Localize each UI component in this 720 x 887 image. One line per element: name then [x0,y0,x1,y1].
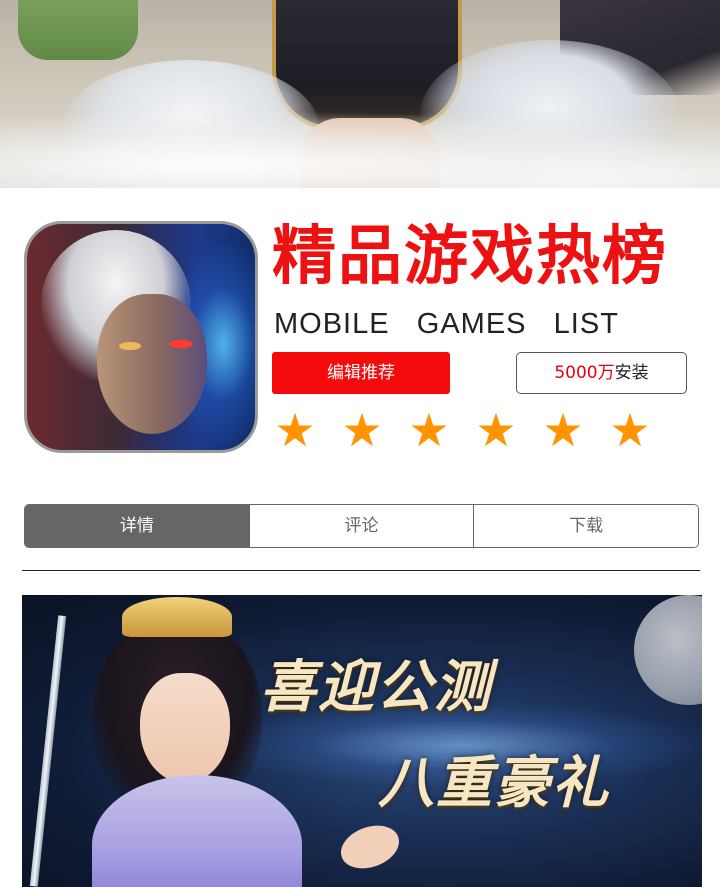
star-icon: ★ [475,403,517,457]
page-subtitle: MOBILE GAMES LIST [274,308,619,340]
tab-bar: 详情 评论 下载 [24,504,699,548]
page-title: 精品游戏热榜 [272,220,668,294]
star-icon: ★ [274,403,316,457]
tab-download[interactable]: 下载 [473,505,698,547]
promo-sword [29,615,67,887]
icon-face [97,294,207,434]
star-icon: ★ [341,403,383,457]
star-icon: ★ [542,403,584,457]
promo-character-face [140,673,230,783]
game-app-icon[interactable] [24,221,258,453]
star-icon: ★ [609,403,651,457]
editor-recommend-button[interactable]: 编辑推荐 [272,352,450,394]
promo-subheadline: 八重豪礼 [378,750,610,816]
tab-comments[interactable]: 评论 [248,505,474,547]
installs-badge[interactable]: 5000万安装 [516,352,687,394]
installs-suffix: 安装 [614,363,649,383]
promo-moon [634,595,702,705]
icon-eye-right [169,340,193,348]
hero-banner [0,0,720,188]
hero-cloud [0,110,720,188]
promo-character-crown [122,597,232,637]
hero-figure-left [18,0,138,60]
promo-character-hand [334,817,406,877]
icon-eye-left [119,342,141,350]
tab-details[interactable]: 详情 [25,505,249,547]
star-icon: ★ [408,403,450,457]
installs-count: 5000万 [554,363,615,383]
promo-headline: 喜迎公测 [260,654,492,720]
rating-stars: ★ ★ ★ ★ ★ ★ [273,403,673,457]
promo-banner[interactable]: 喜迎公测 八重豪礼 [22,595,702,887]
section-divider [22,570,700,571]
